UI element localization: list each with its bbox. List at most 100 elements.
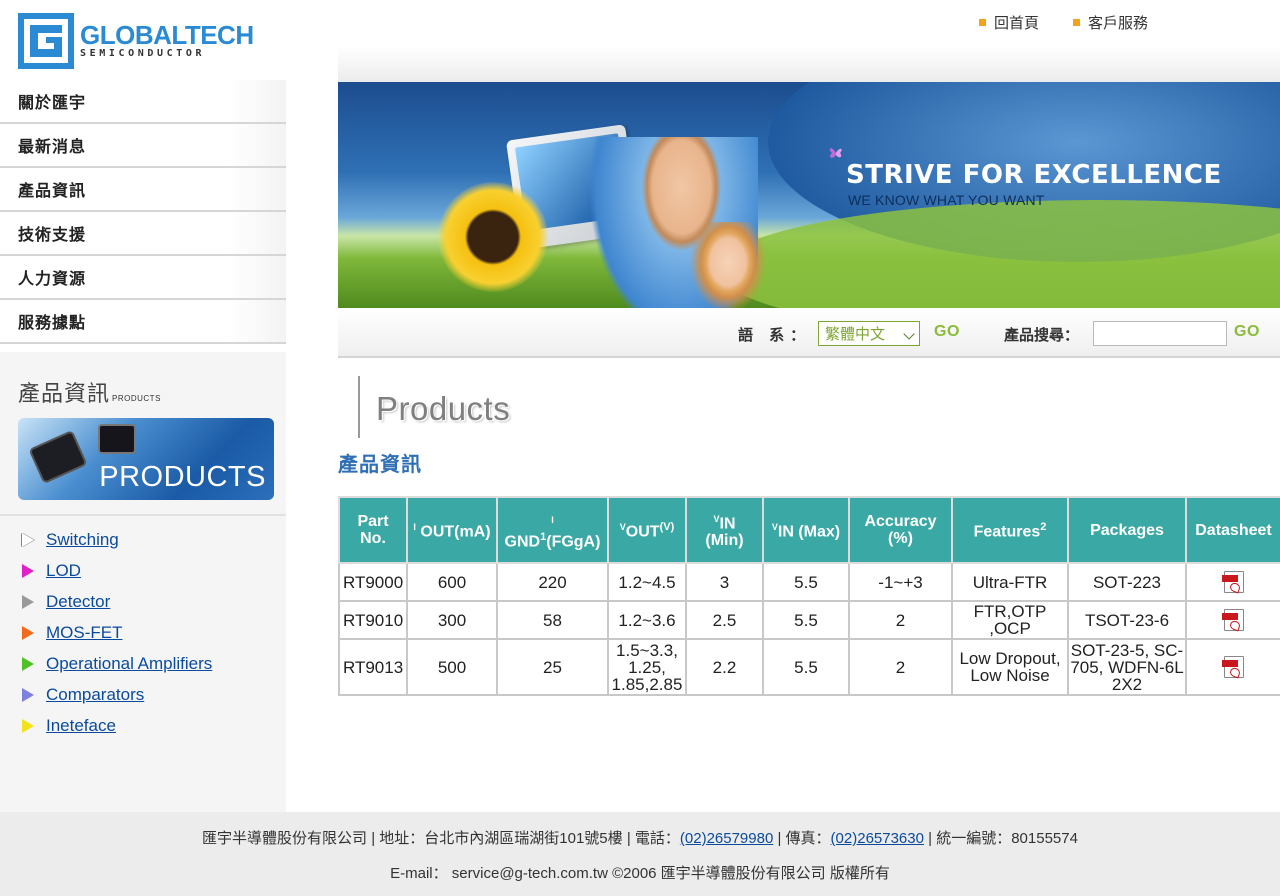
category-link-detector[interactable]: Detector: [46, 592, 110, 612]
products-sidebar: 產品資訊 PRODUCTS PRODUCTS Switching LOD Dete…: [0, 352, 286, 812]
nav-item-careers[interactable]: 人力資源: [0, 256, 286, 300]
category-link-interface[interactable]: Ineteface: [46, 716, 116, 736]
footer-fax-link[interactable]: (02)26573630: [831, 830, 924, 847]
cell-iout: 300: [406, 600, 498, 640]
category-item: LOD: [20, 555, 212, 586]
chip-icon: [30, 432, 86, 482]
language-go-button[interactable]: GO: [934, 323, 960, 341]
main-nav: 關於匯宇 最新消息 產品資訊 技術支援 人力資源 服務據點: [0, 80, 286, 344]
col-header-vin-max: VIN (Max): [762, 496, 850, 564]
category-item: MOS-FET: [20, 617, 212, 648]
search-bar: 語 系： 繁體中文 GO 產品搜尋： GO: [338, 308, 1280, 358]
cell-datasheet: [1185, 638, 1280, 696]
category-link-mosfet[interactable]: MOS-FET: [46, 623, 123, 643]
footer-phone-link[interactable]: (02)26579980: [680, 830, 773, 847]
products-banner[interactable]: PRODUCTS: [18, 418, 274, 500]
hero-banner: STRIVE FOR EXCELLENCE WE KNOW WHAT YOU W…: [338, 82, 1280, 308]
hero-grass-swoosh: [718, 200, 1280, 308]
col-header-vin-min: VIN (Min): [685, 496, 764, 564]
cell-packages: TSOT-23-6: [1067, 600, 1187, 640]
footer-fax-label: | 傳真：: [773, 830, 831, 847]
cell-vin-max: 5.5: [762, 638, 850, 696]
customer-service-link[interactable]: 客戶服務: [1072, 12, 1148, 33]
triangle-bullet-icon: [22, 656, 34, 671]
logo-brand-text: GLOBALTECH: [80, 20, 254, 50]
title-divider: [358, 376, 360, 438]
cell-part-no: RT9000: [338, 562, 408, 602]
triangle-bullet-icon: [22, 687, 34, 702]
table-header-row: Part No. I OUT(mA) I GND1(FGgA) VOUT(V) VI…: [338, 496, 1280, 564]
sunflower-image: [438, 182, 548, 292]
product-search-input[interactable]: [1093, 321, 1227, 346]
bullet-icon: [978, 19, 986, 26]
cell-datasheet: [1185, 562, 1280, 602]
cell-features: Low Dropout, Low Noise: [951, 638, 1069, 696]
child-image: [683, 222, 773, 308]
footer-copyright: E-mail： service@g-tech.com.tw ©2006 匯宇半導…: [390, 865, 890, 882]
product-search-label: 產品搜尋：: [1004, 327, 1080, 344]
category-link-lod[interactable]: LOD: [46, 561, 81, 581]
cell-vout: 1.2~4.5: [607, 562, 687, 602]
nav-item-products[interactable]: 產品資訊: [0, 168, 286, 212]
section-title: 產品資訊: [338, 454, 422, 476]
cell-accuracy: 2: [848, 638, 953, 696]
chip-icon: [100, 426, 134, 452]
cell-iout: 600: [406, 562, 498, 602]
category-item: Ineteface: [20, 710, 212, 741]
chevron-down-icon: [903, 328, 915, 340]
cell-ignd: 58: [496, 600, 609, 640]
triangle-bullet-icon: [22, 625, 34, 640]
language-select-value: 繁體中文: [825, 326, 886, 343]
cell-part-no: RT9010: [338, 600, 408, 640]
pdf-icon[interactable]: [1221, 656, 1244, 679]
cell-vin-min: 3: [685, 562, 764, 602]
nav-item-news[interactable]: 最新消息: [0, 124, 286, 168]
category-link-comparators[interactable]: Comparators: [46, 685, 144, 705]
cell-iout: 500: [406, 638, 498, 696]
home-link-label: 回首頁: [993, 15, 1039, 32]
nav-item-support[interactable]: 技術支援: [0, 212, 286, 256]
category-item: Switching: [20, 524, 212, 555]
cell-vin-min: 2.5: [685, 600, 764, 640]
cell-accuracy: -1~+3: [848, 562, 953, 602]
col-header-datasheet: Datasheet: [1185, 496, 1280, 564]
pdf-icon[interactable]: [1221, 571, 1244, 594]
cell-accuracy: 2: [848, 600, 953, 640]
search-go-button[interactable]: GO: [1234, 323, 1260, 341]
category-item: Comparators: [20, 679, 212, 710]
company-logo[interactable]: GLOBALTECH SEMICONDUCTOR: [18, 12, 258, 70]
nav-item-locations[interactable]: 服務據點: [0, 300, 286, 344]
bullet-icon: [1072, 19, 1080, 26]
category-link-op-amps[interactable]: Operational Amplifiers: [46, 654, 212, 674]
cell-vout: 1.2~3.6: [607, 600, 687, 640]
divider: [0, 514, 286, 516]
table-row: RT9000 600 220 1.2~4.5 3 5.5 -1~+3 Ultra…: [338, 562, 1280, 602]
cell-vin-max: 5.5: [762, 562, 850, 602]
triangle-bullet-icon: [22, 594, 34, 609]
products-panel-title-text: 產品資訊: [18, 382, 111, 407]
footer-address: 匯宇半導體股份有限公司 | 地址：台北市內湖區瑞湖街101號5樓 | 電話：: [202, 830, 680, 847]
hero-slogan: STRIVE FOR EXCELLENCE: [846, 160, 1222, 190]
category-item: Detector: [20, 586, 212, 617]
language-select[interactable]: 繁體中文: [818, 321, 920, 346]
category-item: Operational Amplifiers: [20, 648, 212, 679]
product-table: Part No. I OUT(mA) I GND1(FGgA) VOUT(V) VI…: [338, 496, 1280, 696]
products-panel-title: 產品資訊 PRODUCTS: [18, 376, 161, 408]
nav-item-about[interactable]: 關於匯宇: [0, 80, 286, 124]
home-link[interactable]: 回首頁: [978, 12, 1039, 33]
language-label: 語 系：: [738, 327, 812, 344]
pdf-icon[interactable]: [1221, 609, 1244, 632]
customer-service-link-label: 客戶服務: [1087, 15, 1148, 32]
triangle-bullet-icon: [22, 563, 34, 578]
col-header-accuracy: Accuracy (%): [848, 496, 953, 564]
cell-packages: SOT-23-5, SC-705, WDFN-6L 2X2: [1067, 638, 1187, 696]
category-link-switching[interactable]: Switching: [46, 530, 119, 550]
triangle-bullet-icon: [22, 718, 34, 733]
cell-packages: SOT-223: [1067, 562, 1187, 602]
cell-ignd: 220: [496, 562, 609, 602]
col-header-part-no: Part No.: [338, 496, 408, 564]
footer-contact-line: 匯宇半導體股份有限公司 | 地址：台北市內湖區瑞湖街101號5樓 | 電話：(0…: [0, 827, 1280, 848]
table-row: RT9013 500 25 1.5~3.3, 1.25, 1.85,2.85 2…: [338, 638, 1280, 696]
col-header-packages: Packages: [1067, 496, 1187, 564]
top-links: 回首頁 客戶服務: [978, 12, 1148, 33]
